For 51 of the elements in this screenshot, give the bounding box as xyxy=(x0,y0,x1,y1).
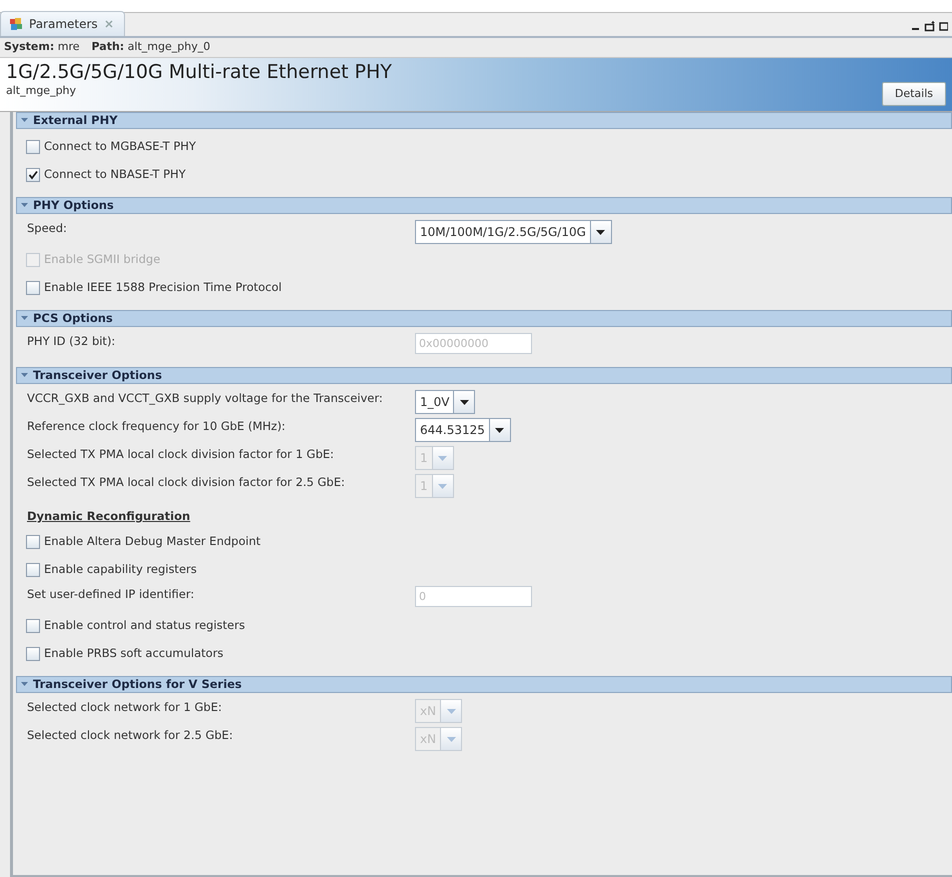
field-label: Selected TX PMA local clock division factor for 1 GbE: xyxy=(27,446,335,463)
field-label: Set user-defined IP identifier: xyxy=(27,586,196,603)
caret-icon xyxy=(446,707,457,715)
field-label: Speed: xyxy=(27,220,68,237)
checkbox[interactable] xyxy=(26,563,40,577)
app-icon xyxy=(9,17,23,31)
details-button[interactable]: Details xyxy=(882,82,946,106)
maximize-icon[interactable] xyxy=(939,21,948,32)
section-header[interactable]: External PHY xyxy=(16,112,952,129)
field-label: VCCR_GXB and VCCT_GXB supply voltage for the Transceiver: xyxy=(27,390,384,407)
field-label: PHY ID (32 bit): xyxy=(27,333,116,350)
component-name: alt_mge_phy xyxy=(6,82,78,99)
checkbox-label: Enable Altera Debug Master Endpoint xyxy=(44,533,260,550)
check-icon xyxy=(28,170,38,180)
section-header[interactable]: Transceiver Options xyxy=(16,367,952,384)
caret-icon xyxy=(595,228,606,236)
caret-icon xyxy=(458,398,470,406)
caret-icon xyxy=(437,454,448,462)
dropdown[interactable]: 1_0V xyxy=(415,390,476,414)
group-heading: Dynamic Reconfiguration xyxy=(27,508,190,525)
checkbox-label: Enable capability registers xyxy=(44,561,197,578)
checkbox-label: Connect to NBASE-T PHY xyxy=(44,166,186,184)
parameters-tab[interactable]: Parameters xyxy=(0,11,125,36)
checkbox-label: Enable control and status registers xyxy=(44,617,245,634)
close-icon[interactable] xyxy=(104,19,114,29)
dropdown[interactable]: 644.53125 xyxy=(415,418,511,442)
restore-icon[interactable] xyxy=(924,21,935,32)
checkbox[interactable] xyxy=(26,535,40,549)
dropdown[interactable]: 10M/100M/1G/2.5G/5G/10G xyxy=(415,220,612,244)
checkbox[interactable] xyxy=(26,647,40,661)
checkbox[interactable] xyxy=(26,168,40,182)
component-title: 1G/2.5G/5G/10G Multi-rate Ethernet PHY xyxy=(6,62,392,83)
field-label: Reference clock frequency for 10 GbE (MHz): xyxy=(27,418,286,435)
checkbox[interactable] xyxy=(26,140,40,154)
caret-icon xyxy=(446,735,457,743)
section-header[interactable]: PCS Options xyxy=(16,310,952,327)
field-label: Selected clock network for 1 GbE: xyxy=(27,699,223,716)
section-header[interactable]: PHY Options xyxy=(16,197,952,214)
section-header[interactable]: Transceiver Options for V Series xyxy=(16,676,952,693)
field-label: Selected clock network for 2.5 GbE: xyxy=(27,727,234,744)
checkbox-label: Enable SGMII bridge xyxy=(44,251,160,268)
caret-icon xyxy=(437,482,448,490)
checkbox-label: Enable PRBS soft accumulators xyxy=(44,645,224,662)
checkbox[interactable] xyxy=(26,619,40,633)
system-label: System: mre xyxy=(4,39,80,56)
checkbox-label: Connect to MGBASE-T PHY xyxy=(44,138,196,156)
checkbox-label: Enable IEEE 1588 Precision Time Protocol xyxy=(44,279,282,296)
field-label: Selected TX PMA local clock division factor for 2.5 GbE: xyxy=(27,474,346,491)
path-label: Path: alt_mge_phy_0 xyxy=(92,39,210,56)
checkbox[interactable] xyxy=(26,281,40,295)
caret-icon xyxy=(494,426,506,434)
